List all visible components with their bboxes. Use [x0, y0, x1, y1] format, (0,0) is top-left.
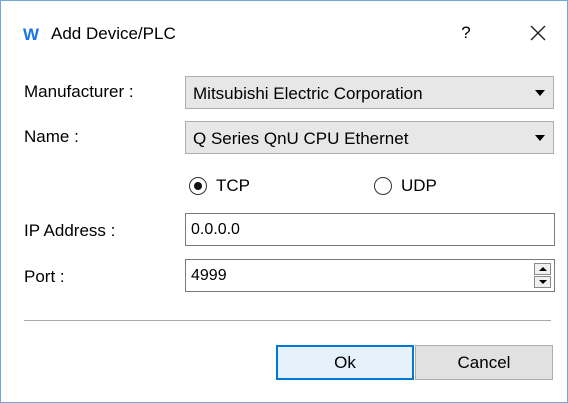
ip-address-label: IP Address :: [24, 221, 116, 240]
ip-address-input[interactable]: 0.0.0.0: [185, 213, 555, 246]
port-label: Port :: [24, 267, 65, 286]
tcp-label: TCP: [216, 176, 250, 195]
dialog-title: Add Device/PLC: [51, 24, 176, 43]
app-logo-icon: W: [23, 25, 39, 44]
manufacturer-label: Manufacturer :: [24, 82, 134, 101]
udp-label: UDP: [401, 176, 437, 195]
cancel-button[interactable]: Cancel: [415, 345, 553, 380]
tcp-radio[interactable]: TCP: [189, 174, 269, 198]
manufacturer-dropdown[interactable]: Mitsubishi Electric Corporation: [185, 76, 554, 109]
radio-circle-icon: [374, 177, 392, 195]
close-button[interactable]: [521, 17, 555, 49]
separator: [24, 320, 551, 321]
close-icon: [530, 25, 546, 41]
port-value: 4999: [191, 267, 227, 284]
spin-down-icon[interactable]: [534, 276, 551, 288]
name-label: Name :: [24, 127, 79, 146]
radio-selected-dot: [194, 182, 202, 190]
chevron-down-icon: [535, 90, 545, 96]
ok-button[interactable]: Ok: [276, 345, 414, 380]
port-spinner[interactable]: [534, 263, 551, 288]
manufacturer-value: Mitsubishi Electric Corporation: [193, 84, 423, 103]
ip-address-value: 0.0.0.0: [191, 221, 240, 238]
spin-up-icon[interactable]: [534, 263, 551, 275]
title-bar: W Add Device/PLC ?: [1, 1, 567, 65]
port-input[interactable]: 4999: [185, 259, 555, 292]
help-button[interactable]: ?: [451, 19, 481, 47]
name-value: Q Series QnU CPU Ethernet: [193, 129, 409, 148]
udp-radio[interactable]: UDP: [374, 174, 454, 198]
chevron-down-icon: [535, 135, 545, 141]
radio-circle-icon: [189, 177, 207, 195]
add-device-dialog: W Add Device/PLC ? Manufacturer : Mitsub…: [0, 0, 568, 403]
name-dropdown[interactable]: Q Series QnU CPU Ethernet: [185, 121, 554, 154]
